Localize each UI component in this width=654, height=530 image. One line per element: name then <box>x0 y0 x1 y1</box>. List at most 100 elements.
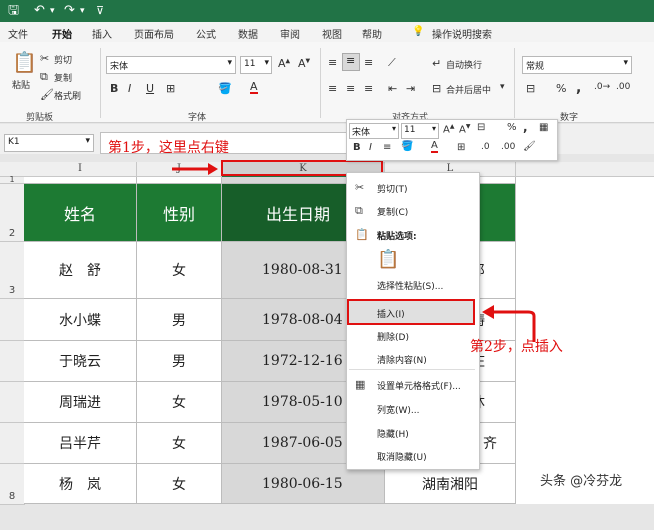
align-top-icon[interactable]: ≡ <box>328 56 337 69</box>
tab-data[interactable]: 数据 <box>238 26 258 41</box>
menu-item-hide[interactable]: 隐藏(H) <box>377 427 409 440</box>
table-cell[interactable]: 于晓云 <box>24 341 137 382</box>
table-cell[interactable]: 周瑞进 <box>24 382 137 423</box>
table-cell[interactable]: 男 <box>137 341 222 382</box>
underline-icon[interactable]: U <box>146 82 154 95</box>
menu-item-column-width[interactable]: 列宽(W)... <box>377 403 420 416</box>
menu-item-format-cells[interactable]: 设置单元格格式(F)... <box>377 379 461 392</box>
row-header-6[interactable] <box>0 382 25 423</box>
table-cell[interactable]: 1980-06-15 <box>222 464 385 504</box>
tell-me-search[interactable]: 操作说明搜索 <box>432 26 492 41</box>
table-cell[interactable]: 吕半芹 <box>24 423 137 464</box>
font-name-dropdown[interactable]: 宋体 ▾ <box>106 56 236 74</box>
table-cell[interactable]: 女 <box>137 242 222 299</box>
font-color-icon[interactable]: A <box>431 141 438 153</box>
fill-color-icon[interactable]: 🪣 <box>218 82 232 95</box>
row-header-5[interactable] <box>0 341 25 382</box>
table-cell[interactable]: 女 <box>137 464 222 504</box>
row-header-3[interactable]: 3 <box>0 242 25 299</box>
align-middle-button[interactable]: ≡ <box>342 53 360 71</box>
tab-home[interactable]: 开始 <box>52 26 72 41</box>
tab-insert[interactable]: 插入 <box>92 26 112 41</box>
column-header-i[interactable]: I <box>24 162 137 177</box>
table-cell[interactable]: 女 <box>137 423 222 464</box>
align-center-icon[interactable]: ≡ <box>346 82 355 95</box>
copy-icon[interactable]: ⧉ <box>40 70 48 84</box>
percent-icon[interactable]: % <box>556 82 566 95</box>
undo-dropdown-icon[interactable]: ▾ <box>50 3 55 19</box>
percent-icon[interactable]: % <box>507 122 517 133</box>
orientation-icon[interactable]: ⟋ <box>388 56 396 70</box>
merge-center-icon[interactable]: ⊟ <box>432 82 441 95</box>
table-cell[interactable]: 男 <box>137 299 222 341</box>
row-header-4[interactable] <box>0 299 25 341</box>
bold-icon[interactable]: B <box>110 82 118 95</box>
decrease-decimal-icon[interactable]: .00 <box>616 82 630 92</box>
tab-review[interactable]: 审阅 <box>280 26 300 41</box>
border-icon[interactable]: ⊞ <box>457 142 465 153</box>
column-header-m[interactable] <box>516 162 654 177</box>
copy-button[interactable]: 复制 <box>54 71 72 84</box>
bold-icon[interactable]: B <box>353 142 361 153</box>
table-cell[interactable]: 赵 舒 <box>24 242 137 299</box>
paste-button[interactable]: 粘贴 <box>12 78 30 91</box>
name-box[interactable]: K1 ▾ <box>4 134 94 152</box>
table-format-icon[interactable]: ▦ <box>539 122 548 133</box>
format-painter-icon[interactable]: 🖌 <box>40 88 54 101</box>
align-bottom-icon[interactable]: ≡ <box>364 56 373 69</box>
row-header-2[interactable]: 2 <box>0 184 25 242</box>
table-cell[interactable]: 湖南湘阳 <box>385 464 516 504</box>
comma-style-icon[interactable]: , <box>576 80 581 96</box>
save-icon[interactable]: 🖫 <box>8 3 19 19</box>
indent-icon[interactable]: ⇤ <box>388 82 397 95</box>
row-header-1[interactable]: 1 <box>0 176 25 184</box>
decrease-font-icon[interactable]: A▼ <box>298 57 310 70</box>
outdent-icon[interactable]: ⇥ <box>406 82 415 95</box>
cut-button[interactable]: 剪切 <box>54 53 72 66</box>
menu-item-paste-special[interactable]: 选择性粘贴(S)... <box>377 279 443 292</box>
paste-option-icon[interactable]: 📋 <box>377 249 399 270</box>
align-center-icon[interactable]: ≡ <box>383 142 391 153</box>
border-icon[interactable]: ⊞ <box>166 82 175 95</box>
wrap-text-button[interactable]: 自动换行 <box>446 58 482 71</box>
italic-icon[interactable]: I <box>369 142 372 153</box>
wrap-text-icon[interactable]: ↵ <box>432 57 441 70</box>
undo-icon[interactable]: ↶ <box>34 3 45 19</box>
redo-dropdown-icon[interactable]: ▾ <box>80 3 85 19</box>
font-size-dropdown[interactable]: 11 ▾ <box>240 56 272 74</box>
italic-icon[interactable]: I <box>128 82 131 95</box>
fill-color-icon[interactable]: 🪣 <box>401 141 413 152</box>
tab-file[interactable]: 文件 <box>8 26 28 41</box>
chevron-down-icon[interactable]: ▾ <box>500 82 505 92</box>
font-color-icon[interactable]: A <box>250 81 258 94</box>
menu-item-clear-contents[interactable]: 清除内容(N) <box>377 353 427 366</box>
row-header-8[interactable]: 8 <box>0 464 25 505</box>
menu-item-copy[interactable]: 复制(C) <box>377 205 408 218</box>
increase-decimal-icon[interactable]: .0 <box>481 142 490 152</box>
tab-formulas[interactable]: 公式 <box>196 26 216 41</box>
format-painter-icon[interactable]: 🖌 <box>523 141 536 152</box>
accounting-format-icon[interactable]: ⊟ <box>477 122 485 133</box>
align-left-icon[interactable]: ≡ <box>328 82 337 95</box>
table-cell[interactable]: 女 <box>137 382 222 423</box>
tab-view[interactable]: 视图 <box>322 26 342 41</box>
accounting-format-icon[interactable]: ⊟ <box>526 82 535 95</box>
scissors-icon[interactable]: ✂ <box>40 52 49 65</box>
cell[interactable] <box>24 177 137 184</box>
table-header-name[interactable]: 姓名 <box>24 184 137 242</box>
align-right-icon[interactable]: ≡ <box>364 82 373 95</box>
decrease-decimal-icon[interactable]: .00 <box>501 142 515 152</box>
row-header-7[interactable] <box>0 423 25 464</box>
mini-font-name-dropdown[interactable]: 宋体 ▾ <box>349 123 399 139</box>
menu-item-cut[interactable]: 剪切(T) <box>377 182 408 195</box>
tab-page-layout[interactable]: 页面布局 <box>134 26 174 41</box>
table-cell[interactable]: 水小蝶 <box>24 299 137 341</box>
customize-toolbar-icon[interactable]: ⊽ <box>96 3 104 19</box>
table-header-gender[interactable]: 性别 <box>137 184 222 242</box>
table-cell[interactable]: 杨 岚 <box>24 464 137 504</box>
comma-style-icon[interactable]: , <box>523 120 528 134</box>
menu-item-delete[interactable]: 删除(D) <box>377 330 409 343</box>
menu-item-unhide[interactable]: 取消隐藏(U) <box>377 450 427 463</box>
increase-decimal-icon[interactable]: .0→ <box>594 82 610 92</box>
merge-center-button[interactable]: 合并后居中 <box>446 83 491 96</box>
